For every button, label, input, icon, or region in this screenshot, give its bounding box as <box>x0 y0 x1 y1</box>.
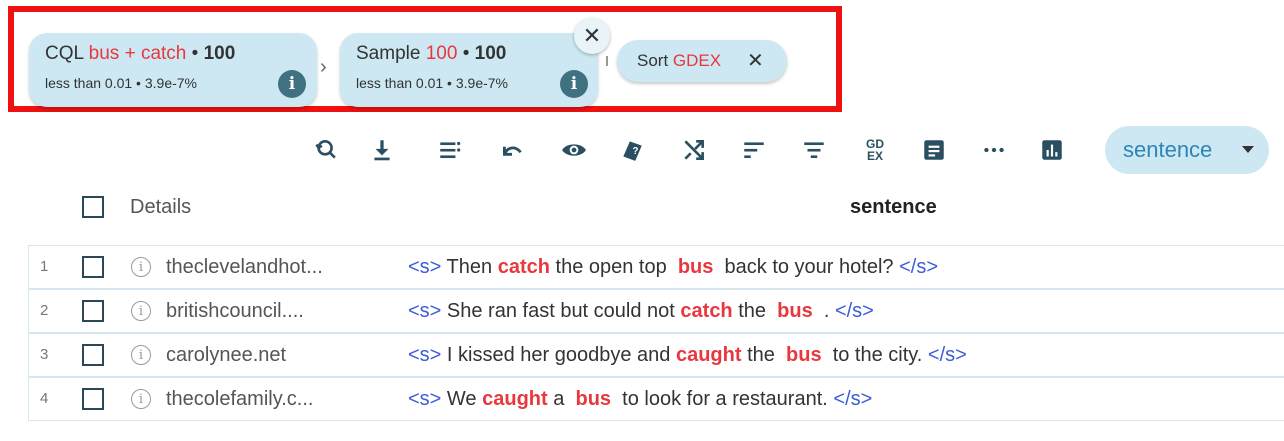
row-source[interactable]: theclevelandhot... <box>166 256 323 279</box>
close-icon: ✕ <box>582 23 602 48</box>
row-sentence: <s> I kissed her goodbye and caught the … <box>408 344 967 367</box>
undo-icon[interactable] <box>494 132 530 168</box>
sentence-tag: </s> <box>927 344 967 366</box>
sort-icon[interactable] <box>736 132 772 168</box>
keyword-match[interactable]: bus <box>777 300 813 322</box>
sort-criteria-chip[interactable]: Sort GDEX ✕ <box>617 40 787 82</box>
row-checkbox[interactable] <box>82 256 104 278</box>
keyword-match[interactable]: bus <box>575 388 611 410</box>
download-icon[interactable] <box>364 132 400 168</box>
row-checkbox[interactable] <box>82 344 104 366</box>
cql-chip-stats: less than 0.01 • 3.9e-7% <box>45 75 197 91</box>
shuffle-icon[interactable] <box>676 132 712 168</box>
search-replace-icon[interactable] <box>306 132 342 168</box>
row-sentence: <s> We caught a bus to look for a restau… <box>408 388 872 411</box>
caret-down-icon <box>1242 146 1254 153</box>
sentence-text: the <box>741 344 787 366</box>
sentence-tag: </s> <box>834 300 874 322</box>
info-icon[interactable]: i <box>131 389 151 409</box>
sentence-text: to the city. <box>821 344 928 366</box>
remove-criteria-button[interactable]: ✕ <box>574 18 610 54</box>
info-icon[interactable]: i <box>131 345 151 365</box>
label-icon[interactable]: ? <box>614 132 650 168</box>
sentence-text: back to your hotel? <box>713 256 900 278</box>
sentence-tag: </s> <box>833 388 873 410</box>
info-icon[interactable]: i <box>131 301 151 321</box>
row-number: 2 <box>40 302 49 319</box>
row-sentence: <s> She ran fast but could not catch the… <box>408 300 874 323</box>
sentence-tag: <s> <box>408 256 442 278</box>
keyword-match[interactable]: caught <box>482 388 548 410</box>
sample-criteria-chip[interactable]: Sample 100 • 100 less than 0.01 • 3.9e-7… <box>340 33 598 107</box>
row-number: 4 <box>40 390 49 407</box>
select-all-checkbox[interactable] <box>82 196 104 218</box>
gdex-icon[interactable]: GD EX <box>857 132 893 168</box>
sentence-text: Then <box>441 256 498 278</box>
sentence-tag: <s> <box>408 388 442 410</box>
keyword-match[interactable]: catch <box>498 256 550 278</box>
sort-close-icon[interactable]: ✕ <box>747 48 764 73</box>
row-number: 1 <box>40 258 49 275</box>
cql-info-icon[interactable]: i <box>278 70 306 98</box>
row-checkbox[interactable] <box>82 300 104 322</box>
row-sentence: <s> Then catch the open top bus back to … <box>408 256 938 279</box>
sample-chip-stats: less than 0.01 • 3.9e-7% <box>356 75 508 91</box>
sentence-tag: <s> <box>408 344 442 366</box>
column-header-sentence: sentence <box>850 196 937 218</box>
row-source[interactable]: britishcouncil.... <box>166 300 304 323</box>
sentence-text: the open top <box>549 256 678 278</box>
sentence-text: a <box>547 388 576 410</box>
visibility-icon[interactable] <box>556 132 592 168</box>
keyword-match[interactable]: bus <box>786 344 822 366</box>
sentence-text: . <box>812 300 835 322</box>
cql-criteria-chip[interactable]: CQL bus + catch • 100 less than 0.01 • 3… <box>29 33 317 107</box>
sentence-text: the <box>732 300 778 322</box>
sample-info-icon[interactable]: i <box>560 70 588 98</box>
row-checkbox[interactable] <box>82 388 104 410</box>
keyword-match[interactable]: caught <box>676 344 742 366</box>
keyword-match[interactable]: catch <box>680 300 732 322</box>
frequency-chart-icon[interactable] <box>1034 132 1070 168</box>
view-options-icon[interactable] <box>432 132 468 168</box>
document-icon[interactable] <box>916 132 952 168</box>
row-number: 3 <box>40 346 49 363</box>
chevron-right-icon: › <box>320 56 327 78</box>
sentence-text: I kissed her goodbye and <box>441 344 676 366</box>
row-source[interactable]: carolynee.net <box>166 344 286 367</box>
sentence-tag: </s> <box>899 256 938 278</box>
svg-text:?: ? <box>633 146 639 157</box>
more-icon[interactable] <box>976 132 1012 168</box>
cql-chip-title: CQL bus + catch • 100 <box>45 43 236 64</box>
sort-chip-label: Sort GDEX <box>637 51 722 70</box>
info-icon[interactable]: i <box>131 257 151 277</box>
sentence-text: We <box>441 388 483 410</box>
sentence-text: She ran fast but could not <box>441 300 681 322</box>
separator <box>606 56 608 66</box>
view-attribute-select[interactable]: sentence <box>1105 126 1269 174</box>
sample-chip-title: Sample 100 • 100 <box>356 43 507 64</box>
sentence-tag: <s> <box>408 300 442 322</box>
row-source[interactable]: thecolefamily.c... <box>166 388 313 411</box>
sentence-text: to look for a restaurant. <box>611 388 834 410</box>
column-header-details: Details <box>130 196 192 218</box>
keyword-match[interactable]: bus <box>678 256 714 278</box>
filter-icon[interactable] <box>796 132 832 168</box>
view-attribute-value: sentence <box>1123 137 1213 162</box>
